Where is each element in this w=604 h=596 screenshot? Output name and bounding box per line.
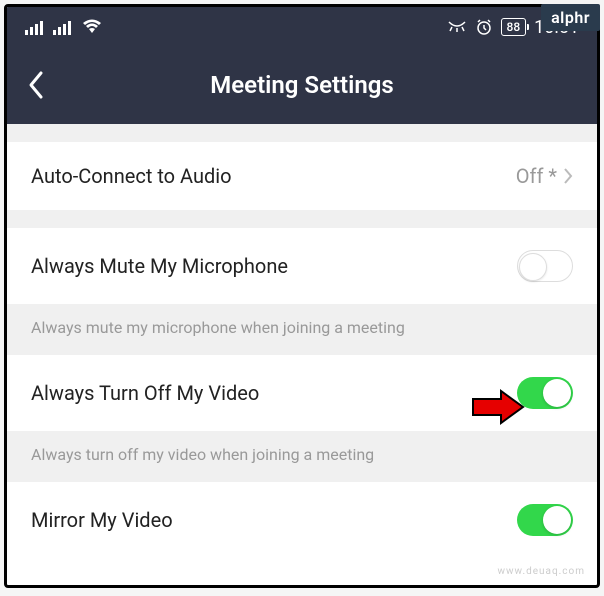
toggle-mute-microphone[interactable] [517,250,573,282]
toggle-knob [543,379,571,407]
signal-icon [25,19,43,35]
page-title: Meeting Settings [7,71,597,99]
setting-value-text: Off * [516,164,557,188]
setting-value: Off * [516,164,573,188]
setting-turn-off-video[interactable]: Always Turn Off My Video [7,355,597,431]
setting-label: Always Turn Off My Video [31,381,517,405]
setting-label: Auto-Connect to Audio [31,164,516,188]
battery-icon: 88 [501,18,527,36]
header: Meeting Settings [7,46,597,124]
spacer [7,210,597,228]
setting-label: Mirror My Video [31,508,517,532]
setting-auto-connect-audio[interactable]: Auto-Connect to Audio Off * [7,142,597,210]
wifi-icon [81,19,103,35]
spacer [7,124,597,142]
watermark: www.deuaq.com [498,566,586,577]
alarm-icon [475,18,493,36]
chevron-right-icon [563,167,573,185]
toggle-turn-off-video[interactable] [517,377,573,409]
status-left [25,19,103,35]
status-bar: 88 10:51 [7,7,597,47]
back-button[interactable] [27,70,45,100]
phone-frame: 88 10:51 Meeting Settings Auto-Connect t… [4,4,600,588]
settings-list: Auto-Connect to Audio Off * Always Mute … [7,124,597,558]
setting-mute-microphone[interactable]: Always Mute My Microphone [7,228,597,304]
chevron-left-icon [27,70,45,100]
setting-description: Always mute my microphone when joining a… [7,304,597,355]
setting-description: Always turn off my video when joining a … [7,431,597,482]
setting-mirror-video[interactable]: Mirror My Video [7,482,597,558]
eye-protection-icon [447,20,467,34]
source-badge: alphr [541,4,600,31]
toggle-knob [519,253,547,281]
toggle-mirror-video[interactable] [517,504,573,536]
toggle-knob [543,506,571,534]
setting-label: Always Mute My Microphone [31,254,517,278]
signal-icon-2 [53,19,71,35]
